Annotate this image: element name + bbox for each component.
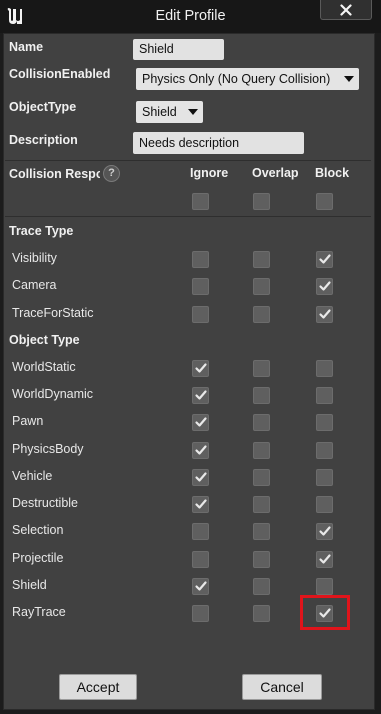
ignore-checkbox[interactable] — [192, 523, 209, 540]
collision-enabled-label: CollisionEnabled — [9, 67, 111, 81]
ignore-checkbox[interactable] — [192, 551, 209, 568]
close-button[interactable] — [320, 0, 372, 20]
overlap-checkbox[interactable] — [253, 469, 270, 486]
block-checkbox[interactable] — [316, 496, 333, 513]
block-checkbox[interactable] — [316, 278, 333, 295]
block-checkbox[interactable] — [316, 551, 333, 568]
ignore-checkbox[interactable] — [192, 442, 209, 459]
channel-label: Visibility — [12, 251, 57, 265]
cancel-button[interactable]: Cancel — [242, 674, 322, 700]
channel-label: Vehicle — [12, 469, 53, 483]
overlap-checkbox[interactable] — [253, 523, 270, 540]
object-type-value: Shield — [142, 105, 177, 119]
overlap-checkbox[interactable] — [253, 387, 270, 404]
channel-label: RayTrace — [12, 605, 66, 619]
ignore-checkbox[interactable] — [192, 469, 209, 486]
column-header-block: Block — [315, 166, 350, 180]
channel-label: Camera — [12, 278, 57, 292]
block-checkbox[interactable] — [316, 578, 333, 595]
checkmark-icon — [195, 363, 207, 373]
checkmark-icon — [195, 390, 207, 400]
object-type-header: Object Type — [9, 333, 80, 347]
overlap-checkbox[interactable] — [253, 578, 270, 595]
chevron-down-icon — [188, 109, 198, 115]
block-checkbox[interactable] — [316, 442, 333, 459]
checkmark-icon — [195, 417, 207, 427]
block-checkbox[interactable] — [316, 414, 333, 431]
checkmark-icon — [319, 309, 331, 319]
ignore-checkbox[interactable] — [192, 578, 209, 595]
checkmark-icon — [319, 526, 331, 536]
object-type-dropdown[interactable]: Shield — [136, 101, 203, 123]
overlap-checkbox[interactable] — [253, 551, 270, 568]
block-checkbox[interactable] — [316, 306, 333, 323]
title-bar[interactable]: Edit Profile — [0, 0, 381, 33]
checkmark-icon — [319, 281, 331, 291]
divider — [5, 216, 371, 217]
overlap-checkbox[interactable] — [253, 360, 270, 377]
accept-button[interactable]: Accept — [59, 674, 137, 700]
overlap-checkbox[interactable] — [253, 414, 270, 431]
block-checkbox[interactable] — [316, 360, 333, 377]
ignore-checkbox[interactable] — [192, 496, 209, 513]
ignore-checkbox[interactable] — [192, 414, 209, 431]
column-header-ignore: Ignore — [190, 166, 229, 180]
collision-enabled-value: Physics Only (No Query Collision) — [142, 72, 331, 86]
all-ignore-checkbox[interactable] — [192, 193, 209, 210]
collision-enabled-dropdown[interactable]: Physics Only (No Query Collision) — [136, 68, 359, 90]
highlight-box — [300, 595, 350, 630]
channel-label: Shield — [12, 578, 47, 592]
edit-profile-dialog: Edit Profile Name Shield CollisionEnable… — [0, 0, 381, 714]
channel-label: Projectile — [12, 551, 64, 565]
overlap-checkbox[interactable] — [253, 442, 270, 459]
all-block-checkbox[interactable] — [316, 193, 333, 210]
channel-label: TraceForStatic — [12, 306, 94, 320]
overlap-checkbox[interactable] — [253, 496, 270, 513]
channel-label: Selection — [12, 523, 64, 537]
channel-label: WorldDynamic — [12, 387, 94, 401]
ignore-checkbox[interactable] — [192, 306, 209, 323]
trace-type-header: Trace Type — [9, 224, 74, 238]
overlap-checkbox[interactable] — [253, 605, 270, 622]
ignore-checkbox[interactable] — [192, 387, 209, 404]
channel-label: Pawn — [12, 414, 44, 428]
channel-label: Destructible — [12, 496, 78, 510]
overlap-checkbox[interactable] — [253, 306, 270, 323]
checkmark-icon — [195, 445, 207, 455]
ignore-checkbox[interactable] — [192, 278, 209, 295]
ignore-checkbox[interactable] — [192, 251, 209, 268]
ignore-checkbox[interactable] — [192, 605, 209, 622]
block-checkbox[interactable] — [316, 251, 333, 268]
channel-label: WorldStatic — [12, 360, 76, 374]
overlap-checkbox[interactable] — [253, 251, 270, 268]
close-icon — [340, 3, 352, 16]
description-label: Description — [9, 133, 78, 147]
checkmark-icon — [319, 254, 331, 264]
checkmark-icon — [195, 581, 207, 591]
name-label: Name — [9, 40, 44, 54]
all-overlap-checkbox[interactable] — [253, 193, 270, 210]
block-checkbox[interactable] — [316, 523, 333, 540]
help-icon[interactable]: ? — [103, 165, 120, 182]
checkmark-icon — [195, 499, 207, 509]
column-header-overlap: Overlap — [252, 166, 299, 180]
block-checkbox[interactable] — [316, 469, 333, 486]
checkmark-icon — [195, 472, 207, 482]
channel-label: PhysicsBody — [12, 442, 84, 456]
checkmark-icon — [319, 554, 331, 564]
block-checkbox[interactable] — [316, 387, 333, 404]
name-input[interactable]: Shield — [133, 39, 224, 60]
collision-responses-label: Collision Respor — [9, 167, 100, 181]
ignore-checkbox[interactable] — [192, 360, 209, 377]
divider — [5, 160, 371, 161]
overlap-checkbox[interactable] — [253, 278, 270, 295]
object-type-label: ObjectType — [9, 100, 77, 114]
description-input[interactable]: Needs description — [133, 132, 304, 154]
chevron-down-icon — [344, 76, 354, 82]
